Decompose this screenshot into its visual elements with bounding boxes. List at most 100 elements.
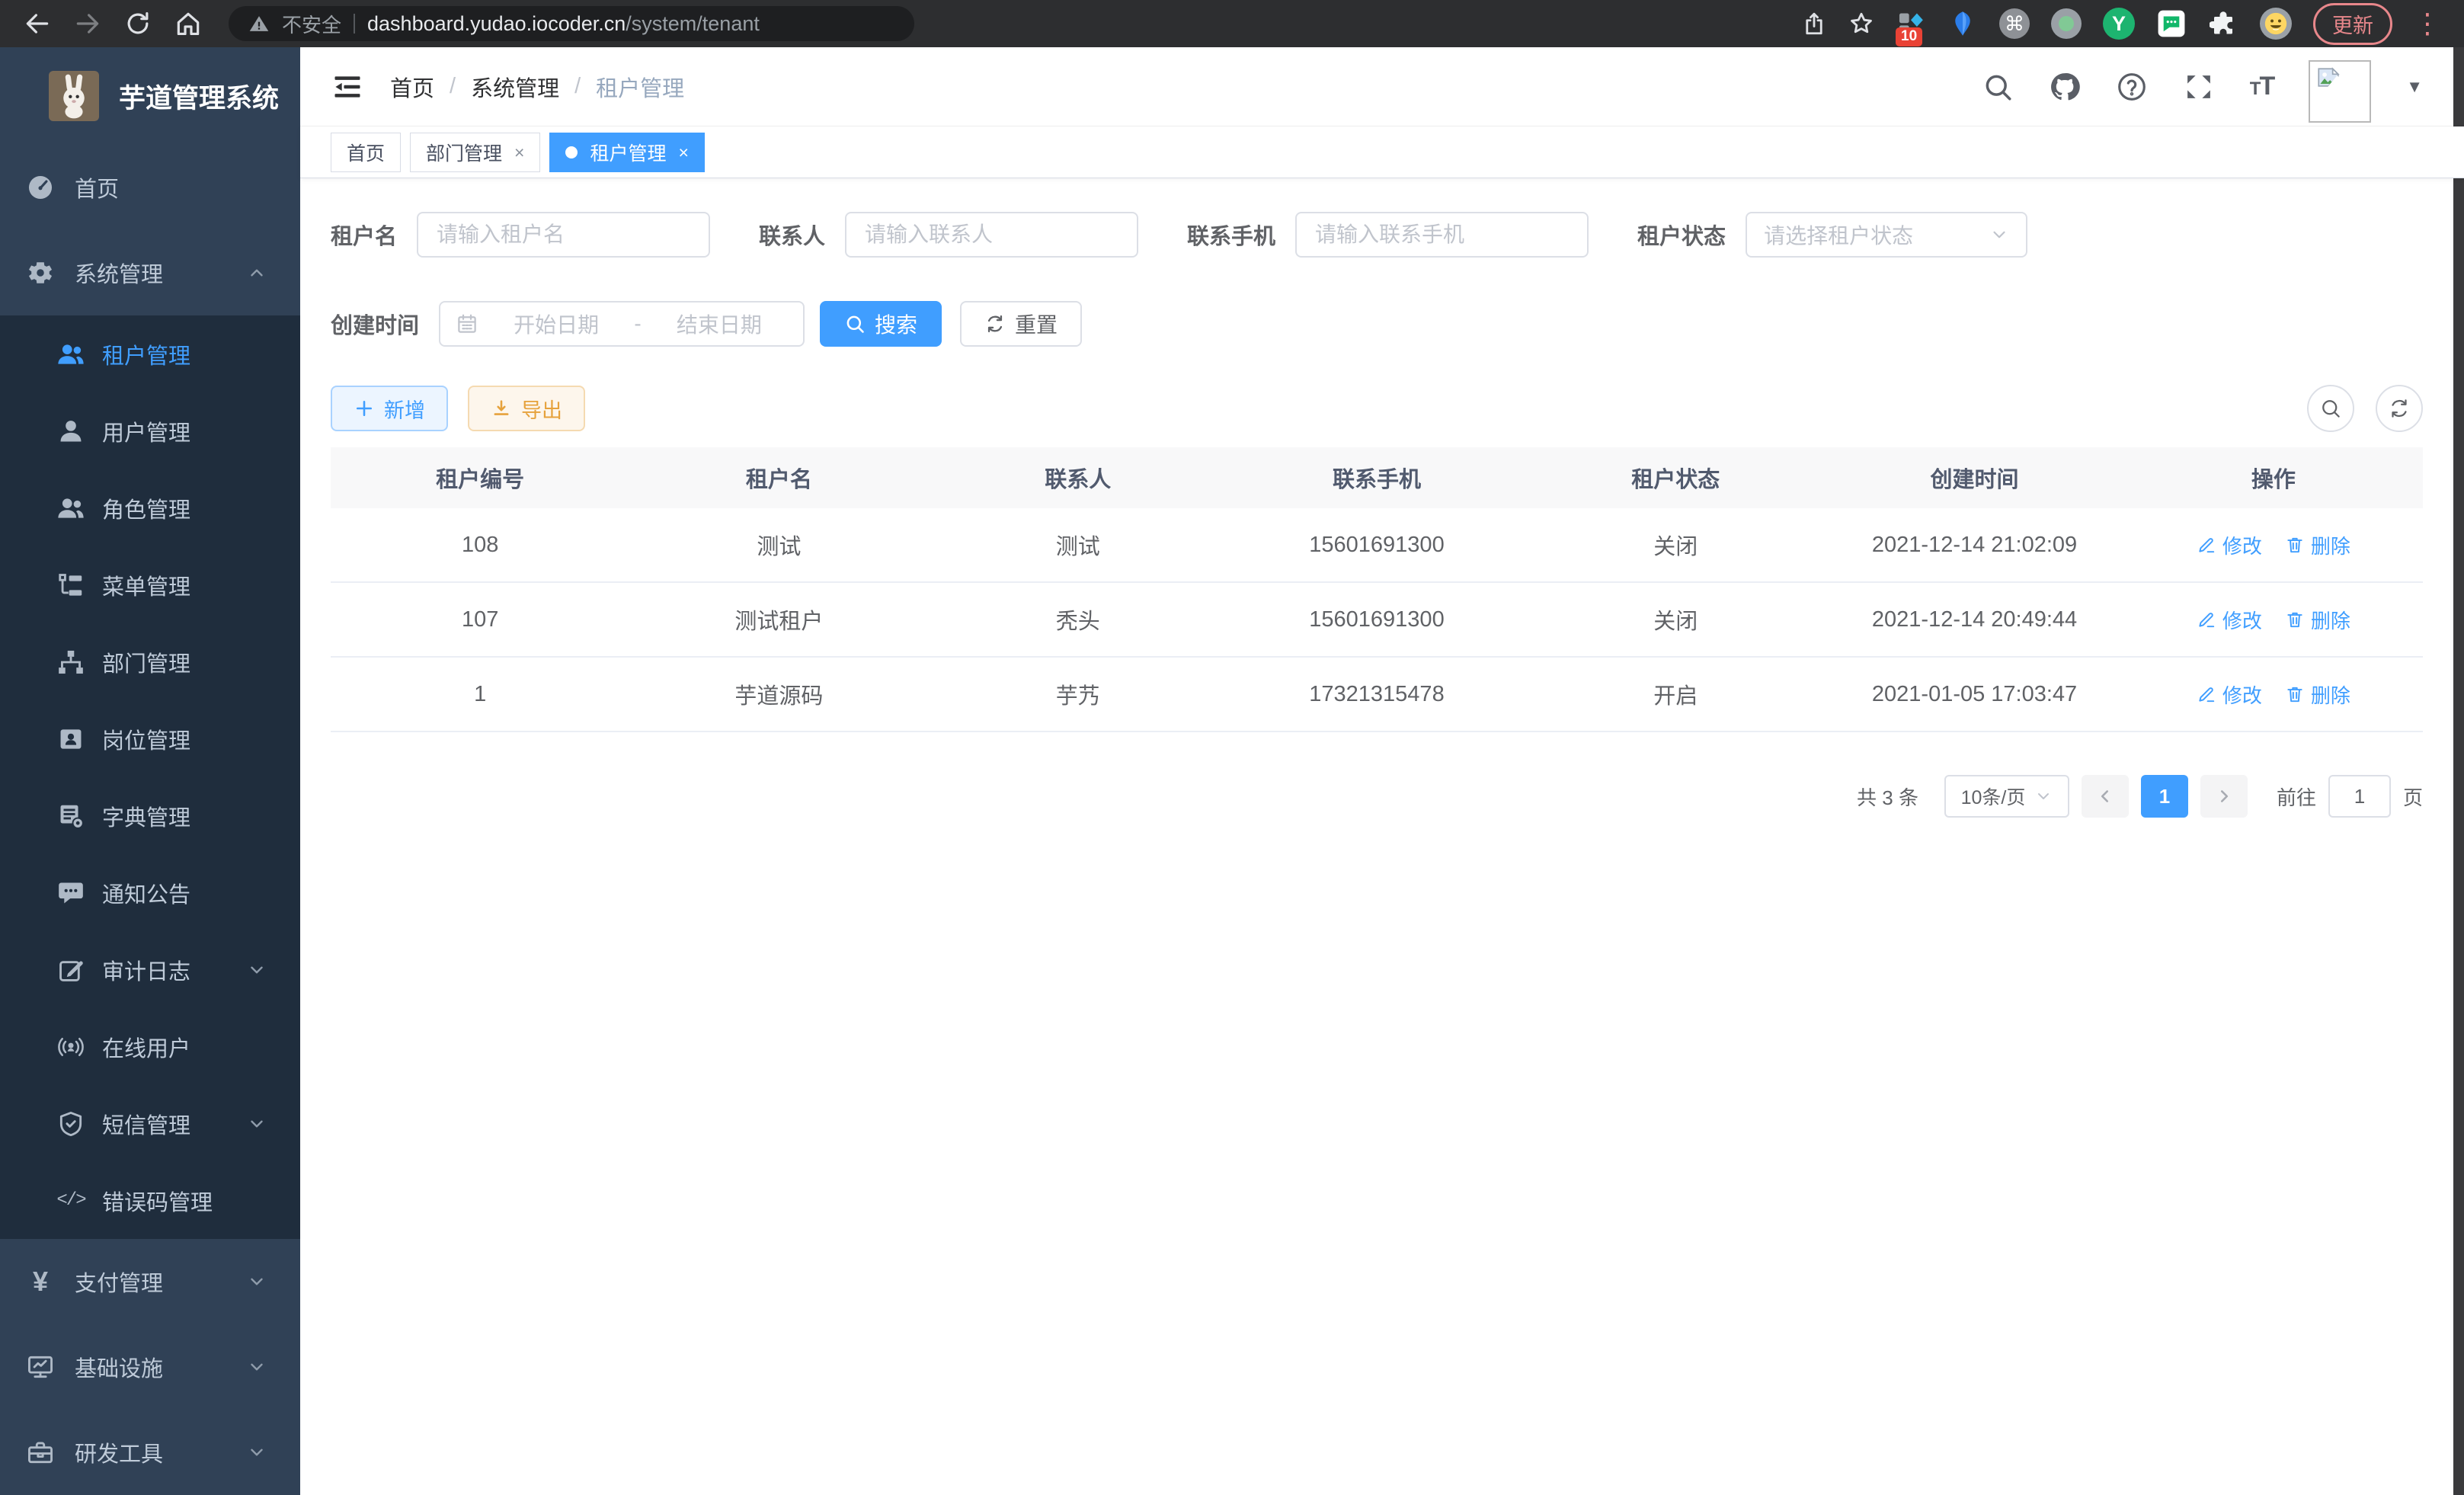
- breadcrumb-system[interactable]: 系统管理: [471, 71, 559, 103]
- chevron-down-icon: [247, 1114, 267, 1134]
- contact-input[interactable]: [845, 212, 1138, 258]
- toggle-search-button[interactable]: [2307, 385, 2354, 432]
- delete-link[interactable]: 删除: [2285, 606, 2350, 634]
- extension-kite-icon[interactable]: [1947, 8, 1978, 39]
- breadcrumb-home[interactable]: 首页: [390, 71, 434, 103]
- browser-menu-icon[interactable]: ⋮: [2414, 10, 2441, 37]
- sidebar-item-tenant[interactable]: 租户管理: [0, 315, 300, 392]
- dashboard-gauge-icon: [26, 173, 55, 202]
- extension-record-icon[interactable]: [2051, 8, 2082, 39]
- main-area: 首页 / 系统管理 / 租户管理 TT ▼: [300, 47, 2464, 1495]
- back-icon[interactable]: [23, 9, 52, 38]
- prev-page-button[interactable]: [2082, 775, 2129, 818]
- tenant-name-input[interactable]: [417, 212, 710, 258]
- avatar-caret-icon[interactable]: ▼: [2406, 77, 2423, 97]
- sidebar-item-home[interactable]: 首页: [0, 145, 300, 230]
- sidebar-item-system[interactable]: 系统管理: [0, 230, 300, 315]
- sidebar-item-dev-tools[interactable]: 研发工具: [0, 1410, 300, 1495]
- search-icon[interactable]: [1982, 71, 2014, 103]
- sidebar-item-dict[interactable]: 字典管理: [0, 777, 300, 854]
- page-size-select[interactable]: 10条/页: [1944, 775, 2069, 818]
- trash-icon: [2285, 610, 2305, 629]
- edit-link[interactable]: 修改: [2197, 531, 2262, 559]
- filter-row-1: 租户名 联系人 联系手机 租户状态 请选择租户状态: [331, 212, 2423, 258]
- extension-chat-icon[interactable]: [2156, 8, 2187, 39]
- sidebar-item-role[interactable]: 角色管理: [0, 469, 300, 546]
- sidebar-item-label: 岗位管理: [102, 723, 190, 755]
- window-scrollbar-track[interactable]: [2453, 47, 2464, 1495]
- app-window: 芋道管理系统 首页 系统管理 租户管理 用户管理: [0, 47, 2464, 1495]
- reset-button[interactable]: 重置: [960, 301, 1082, 347]
- delete-link[interactable]: 删除: [2285, 531, 2350, 559]
- cell-tenant-id: 108: [331, 533, 629, 558]
- font-size-icon[interactable]: TT: [2250, 72, 2274, 101]
- share-icon[interactable]: [1801, 11, 1827, 37]
- edit-link[interactable]: 修改: [2197, 680, 2262, 709]
- url-bar[interactable]: 不安全 dashboard.yudao.iocoder.cn/system/te…: [229, 6, 914, 41]
- edit-link[interactable]: 修改: [2197, 606, 2262, 634]
- table-header: 租户编号 租户名 联系人 联系手机 租户状态 创建时间 操作: [331, 447, 2423, 508]
- status-select[interactable]: 请选择租户状态: [1746, 212, 2027, 258]
- close-icon[interactable]: ×: [514, 142, 524, 163]
- export-button[interactable]: 导出: [468, 386, 585, 431]
- forward-icon[interactable]: [73, 9, 102, 38]
- user-avatar[interactable]: [2309, 60, 2371, 123]
- extension-cmd-icon[interactable]: ⌘: [1999, 8, 2030, 39]
- goto-page-input[interactable]: [2328, 775, 2391, 818]
- select-placeholder: 请选择租户状态: [1764, 219, 1913, 250]
- field-label: 租户状态: [1637, 219, 1726, 251]
- add-button[interactable]: 新增: [331, 386, 448, 431]
- extension-y-icon[interactable]: Y: [2103, 8, 2135, 40]
- extension-tabs-icon[interactable]: 10: [1896, 8, 1926, 39]
- refresh-icon: [2388, 397, 2411, 420]
- close-icon[interactable]: ×: [678, 142, 688, 163]
- sidebar-item-menu[interactable]: 菜单管理: [0, 546, 300, 623]
- tab-label: 租户管理: [590, 139, 666, 166]
- pagination-total: 共 3 条: [1857, 783, 1918, 811]
- broadcast-user-icon: [56, 1032, 85, 1061]
- sidebar-item-dept[interactable]: 部门管理: [0, 623, 300, 700]
- phone-input[interactable]: [1295, 212, 1589, 258]
- navbar: 首页 / 系统管理 / 租户管理 TT ▼: [300, 47, 2464, 126]
- sidebar-item-online-users[interactable]: 在线用户: [0, 1008, 300, 1085]
- sidebar-item-audit-log[interactable]: 审计日志: [0, 931, 300, 1008]
- reload-icon[interactable]: [123, 9, 152, 38]
- cell-contact: 测试: [929, 529, 1227, 561]
- home-icon[interactable]: [174, 9, 203, 38]
- field-label: 联系手机: [1187, 219, 1275, 251]
- sidebar-item-post[interactable]: 岗位管理: [0, 700, 300, 777]
- tab-tenant[interactable]: 租户管理 ×: [549, 133, 704, 172]
- search-button[interactable]: 搜索: [820, 301, 942, 347]
- edit-label: 修改: [2222, 531, 2262, 559]
- help-icon[interactable]: [2116, 71, 2148, 103]
- refresh-button[interactable]: [2376, 385, 2423, 432]
- sidebar-item-payment[interactable]: ¥ 支付管理: [0, 1239, 300, 1324]
- update-button[interactable]: 更新: [2313, 3, 2392, 45]
- profile-avatar[interactable]: [2260, 8, 2292, 40]
- fullscreen-icon[interactable]: [2183, 71, 2215, 103]
- app-logo-row[interactable]: 芋道管理系统: [0, 47, 300, 145]
- sidebar-item-notice[interactable]: 通知公告: [0, 854, 300, 931]
- chevron-left-icon: [2095, 786, 2115, 806]
- filter-status: 租户状态 请选择租户状态: [1637, 212, 2027, 258]
- toolbox-icon: [26, 1438, 55, 1467]
- start-date-placeholder: 开始日期: [488, 309, 625, 339]
- page-number-button[interactable]: 1: [2141, 775, 2188, 818]
- sidebar-fold-icon[interactable]: [331, 70, 364, 104]
- sidebar-item-error-code[interactable]: </> 错误码管理: [0, 1162, 300, 1239]
- github-icon[interactable]: [2049, 71, 2081, 103]
- edit-label: 修改: [2222, 680, 2262, 709]
- tab-home[interactable]: 首页: [331, 133, 401, 172]
- chevron-down-icon: [247, 1357, 267, 1377]
- sidebar-item-sms[interactable]: 短信管理: [0, 1085, 300, 1162]
- sidebar-item-infrastructure[interactable]: 基础设施: [0, 1324, 300, 1410]
- bookmark-star-icon[interactable]: [1848, 11, 1874, 37]
- next-page-button[interactable]: [2200, 775, 2248, 818]
- column-header: 租户名: [629, 462, 928, 494]
- sidebar-item-user[interactable]: 用户管理: [0, 392, 300, 469]
- date-separator: -: [634, 312, 641, 336]
- tab-dept[interactable]: 部门管理 ×: [410, 133, 540, 172]
- date-range-picker[interactable]: 开始日期 - 结束日期: [439, 301, 805, 347]
- delete-link[interactable]: 删除: [2285, 680, 2350, 709]
- extensions-puzzle-icon[interactable]: [2208, 8, 2238, 39]
